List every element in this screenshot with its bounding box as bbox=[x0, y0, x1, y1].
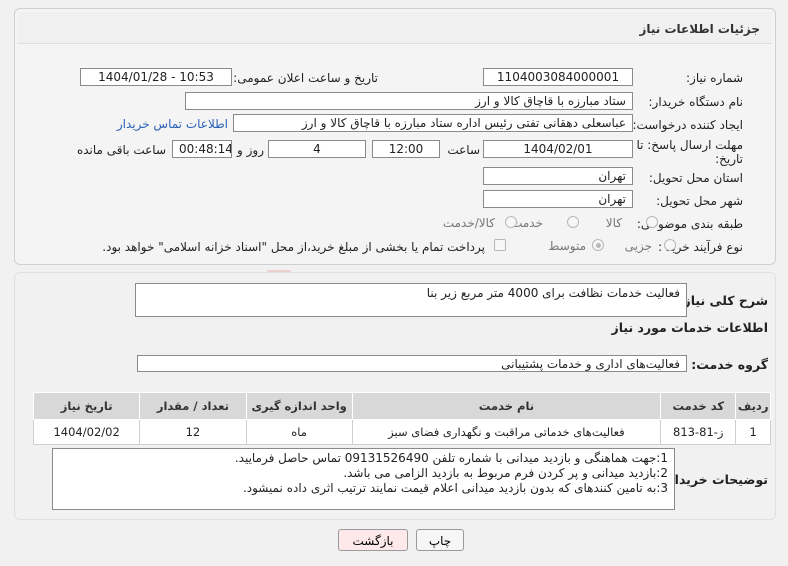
need-number-label: شماره نیاز: bbox=[686, 71, 743, 85]
process-medium-label: متوسط bbox=[548, 239, 586, 253]
print-button[interactable]: چاپ bbox=[416, 529, 464, 551]
service-name: فعالیت‌های خدماتی مراقبت و نگهداری فضای … bbox=[351, 419, 662, 445]
service-group-label: گروه خدمت: bbox=[691, 357, 768, 372]
col-row: ردیف bbox=[735, 392, 771, 420]
remaining-days-label: روز و bbox=[237, 143, 264, 157]
table-row[interactable]: 1 ز-81-813 فعالیت‌های خدماتی مراقبت و نگ… bbox=[32, 419, 771, 445]
buyer-note-line-2: 2:بازدید میدانی و پر کردن فرم مربوط به ب… bbox=[343, 466, 668, 480]
deadline-time-field[interactable]: 12:00 bbox=[372, 140, 440, 158]
col-service-code: کد خدمت bbox=[660, 392, 737, 420]
services-table-header: ردیف کد خدمت نام خدمت واحد اندازه گیری ت… bbox=[32, 392, 771, 420]
category-goods-label: کالا bbox=[605, 216, 622, 230]
buyer-org-label: نام دستگاه خریدار: bbox=[648, 95, 744, 109]
buyer-note-line-3: 3:به تامین کنندهای که بدون بازدید میدانی… bbox=[242, 481, 668, 495]
buyer-note-line-1: 1:جهت هماهنگی و بازدید میدانی با شماره ت… bbox=[234, 451, 668, 465]
category-goods-service-label: کالا/خدمت bbox=[442, 216, 495, 230]
deadline-time-label: ساعت bbox=[447, 143, 480, 157]
buyer-contact-link[interactable]: اطلاعات تماس خریدار bbox=[117, 117, 228, 131]
remaining-time-field[interactable]: 00:48:14 bbox=[172, 140, 232, 158]
category-service-radio[interactable] bbox=[567, 216, 579, 228]
col-quantity: تعداد / مقدار bbox=[139, 392, 247, 420]
need-number-field[interactable]: 1104003084000001 bbox=[483, 68, 633, 86]
city-label: شهر محل تحویل: bbox=[656, 194, 743, 208]
need-date: 1404/02/02 bbox=[32, 419, 141, 445]
buyer-notes-textarea[interactable]: 1:جهت هماهنگی و بازدید میدانی با شماره ت… bbox=[52, 448, 675, 510]
general-description-label: شرح کلی نیاز: bbox=[678, 293, 768, 308]
col-unit: واحد اندازه گیری bbox=[245, 392, 353, 420]
deadline-date-label: تاریخ: bbox=[715, 152, 743, 166]
province-field[interactable]: تهران bbox=[483, 167, 633, 185]
remaining-days-field[interactable]: 4 bbox=[268, 140, 366, 158]
service-code: ز-81-813 bbox=[660, 419, 737, 445]
service-group-field[interactable]: فعالیت‌های اداری و خدمات پشتیبانی bbox=[137, 355, 687, 372]
row-number: 1 bbox=[735, 419, 771, 445]
quantity: 12 bbox=[139, 419, 247, 445]
category-goods-service-radio[interactable] bbox=[505, 216, 517, 228]
buyer-org-field[interactable]: ستاد مبارزه با قاچاق کالا و ارز bbox=[185, 92, 633, 110]
general-description-textarea[interactable]: فعالیت خدمات نظافت برای 4000 متر مربع زی… bbox=[135, 283, 687, 317]
requester-label: ایجاد کننده درخواست: bbox=[632, 118, 743, 132]
process-partial-label: جزیی bbox=[624, 239, 652, 253]
announce-date-field[interactable]: 1404/01/28 - 10:53 bbox=[80, 68, 232, 86]
requester-field[interactable]: عباسعلی دهقانی تفتی رئیس اداره ستاد مبار… bbox=[233, 114, 633, 132]
col-need-date: تاریخ نیاز bbox=[32, 392, 141, 420]
treasury-payment-note: پرداخت تمام یا بخشی از مبلغ خرید،از محل … bbox=[102, 240, 485, 254]
unit: ماه bbox=[245, 419, 353, 445]
announce-date-label: تاریخ و ساعت اعلان عمومی: bbox=[233, 71, 378, 85]
city-field[interactable]: تهران bbox=[483, 190, 633, 208]
treasury-payment-checkbox[interactable] bbox=[494, 239, 506, 251]
page-title: جزئیات اطلاعات نیاز bbox=[639, 22, 760, 36]
process-medium-radio[interactable] bbox=[592, 239, 604, 251]
col-service-name: نام خدمت bbox=[351, 392, 662, 420]
deadline-label: مهلت ارسال پاسخ: تا bbox=[636, 138, 743, 152]
process-partial-radio[interactable] bbox=[664, 239, 676, 251]
general-description-text: فعالیت خدمات نظافت برای 4000 متر مربع زی… bbox=[426, 286, 680, 300]
buyer-notes-label: توضیحات خریدار: bbox=[662, 472, 768, 487]
deadline-date-field[interactable]: 1404/02/01 bbox=[483, 140, 633, 158]
province-label: استان محل تحویل: bbox=[648, 171, 743, 185]
services-section-title: اطلاعات خدمات مورد نیاز bbox=[611, 320, 769, 335]
services-table: ردیف کد خدمت نام خدمت واحد اندازه گیری ت… bbox=[32, 392, 771, 445]
back-button[interactable]: بازگشت bbox=[338, 529, 408, 551]
category-goods-radio[interactable] bbox=[646, 216, 658, 228]
remaining-time-label: ساعت باقی مانده bbox=[76, 143, 166, 157]
